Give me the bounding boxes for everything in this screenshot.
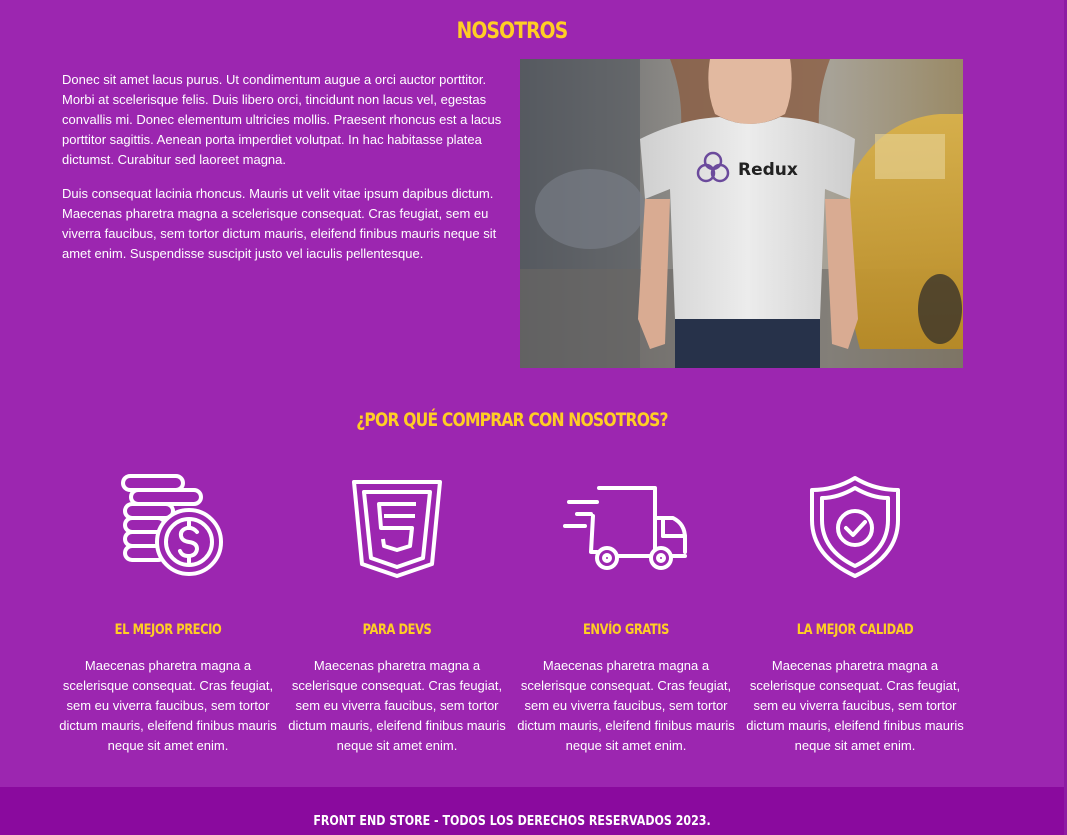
feature-title: PARA DEVS <box>362 622 432 638</box>
about-text: Donec sit amet lacus purus. Ut condiment… <box>62 70 508 278</box>
feature-text: Maecenas pharetra magna a scelerisque co… <box>59 658 277 753</box>
feature-title: LA MEJOR CALIDAD <box>796 622 914 638</box>
about-paragraph: Duis consequat lacinia rhoncus. Mauris u… <box>62 186 497 261</box>
html5-icon <box>342 472 452 582</box>
feature-text: Maecenas pharetra magna a scelerisque co… <box>288 658 506 753</box>
shield-check-icon <box>800 472 910 582</box>
feature-title: ENVÍO GRATIS <box>582 622 670 638</box>
feature-title: EL MEJOR PRECIO <box>114 622 222 638</box>
feature-text: Maecenas pharetra magna a scelerisque co… <box>746 658 964 753</box>
footer-copyright: FRONT END STORE - TODOS LOS DERECHOS RES… <box>313 814 711 829</box>
feature-for-devs: PARA DEVS Maecenas pharetra magna a scel… <box>283 472 511 756</box>
delivery-truck-icon <box>561 472 691 582</box>
shirt-brand-text: Redux <box>738 160 798 180</box>
tshirt-photo: Redux <box>520 59 963 368</box>
footer: FRONT END STORE - TODOS LOS DERECHOS RES… <box>0 787 1067 835</box>
feature-text: Maecenas pharetra magna a scelerisque co… <box>517 658 735 753</box>
why-title: ¿POR QUÉ COMPRAR CON NOSOTROS? <box>356 408 668 431</box>
feature-best-quality: LA MEJOR CALIDAD Maecenas pharetra magna… <box>741 472 969 756</box>
hero-tshirt-image: Redux <box>520 59 963 368</box>
feature-free-shipping: ENVÍO GRATIS Maecenas pharetra magna a s… <box>512 472 740 756</box>
coins-dollar-icon <box>113 472 223 582</box>
feature-best-price: EL MEJOR PRECIO Maecenas pharetra magna … <box>54 472 282 756</box>
about-paragraph: Donec sit amet lacus purus. Ut condiment… <box>62 72 502 167</box>
about-title: NOSOTROS <box>456 18 568 44</box>
